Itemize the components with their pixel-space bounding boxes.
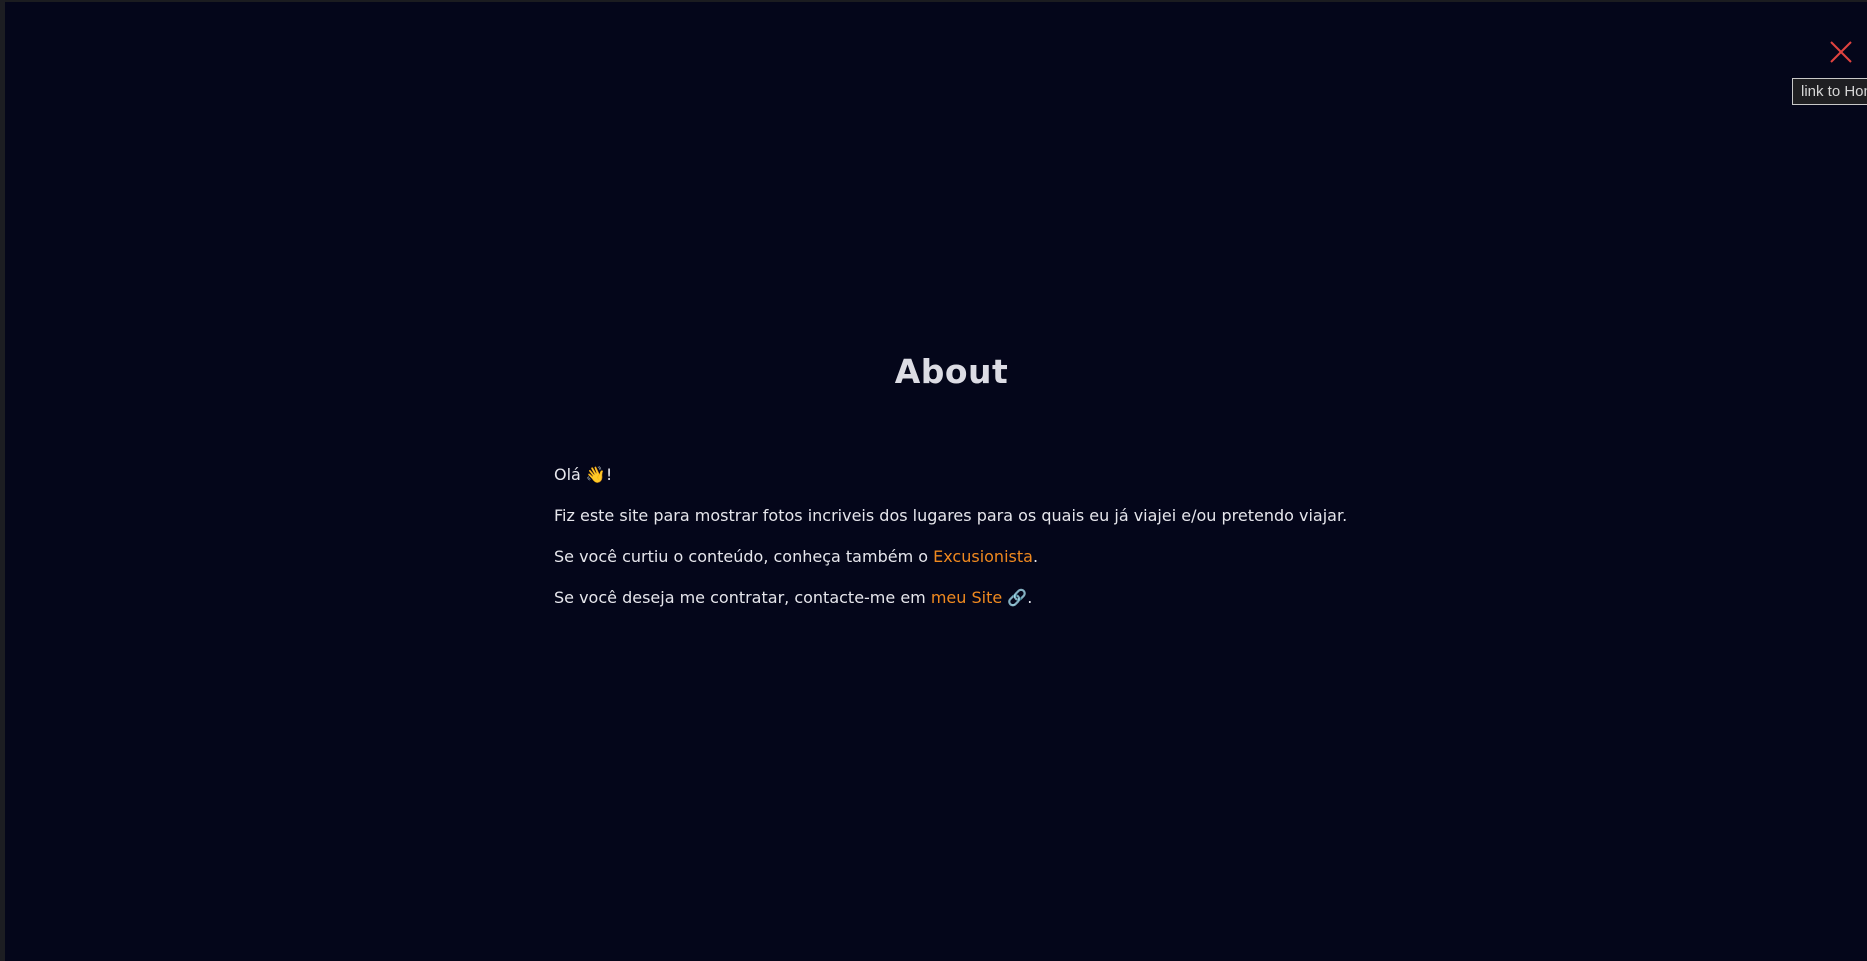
about-content: Olá 👋! Fiz este site para mostrar fotos … [554, 462, 1514, 626]
link-icon: 🔗 [1007, 588, 1028, 607]
close-icon [1830, 41, 1852, 63]
excursionista-link[interactable]: Excusionista [933, 547, 1033, 566]
page-title: About [894, 352, 1009, 391]
contact-line-prefix: Se você deseja me contratar, contacte-me… [554, 588, 931, 607]
contact-line: Se você deseja me contratar, contacte-me… [554, 585, 1514, 611]
excursionista-line-prefix: Se você curtiu o conteúdo, conheça també… [554, 547, 934, 566]
about-page: link to Home About Olá 👋! Fiz este site … [5, 2, 1867, 961]
intro-text: Fiz este site para mostrar fotos incrive… [554, 506, 1348, 525]
greeting-text: Olá 👋! [554, 465, 613, 484]
contact-line-suffix: . [1027, 588, 1033, 607]
close-button[interactable] [1828, 39, 1854, 65]
excursionista-line-suffix: . [1032, 547, 1039, 566]
excursionista-line: Se você curtiu o conteúdo, conheça també… [554, 544, 1514, 570]
my-site-link[interactable]: meu Site [931, 588, 1002, 607]
home-link-tooltip: link to Home [1792, 78, 1867, 105]
